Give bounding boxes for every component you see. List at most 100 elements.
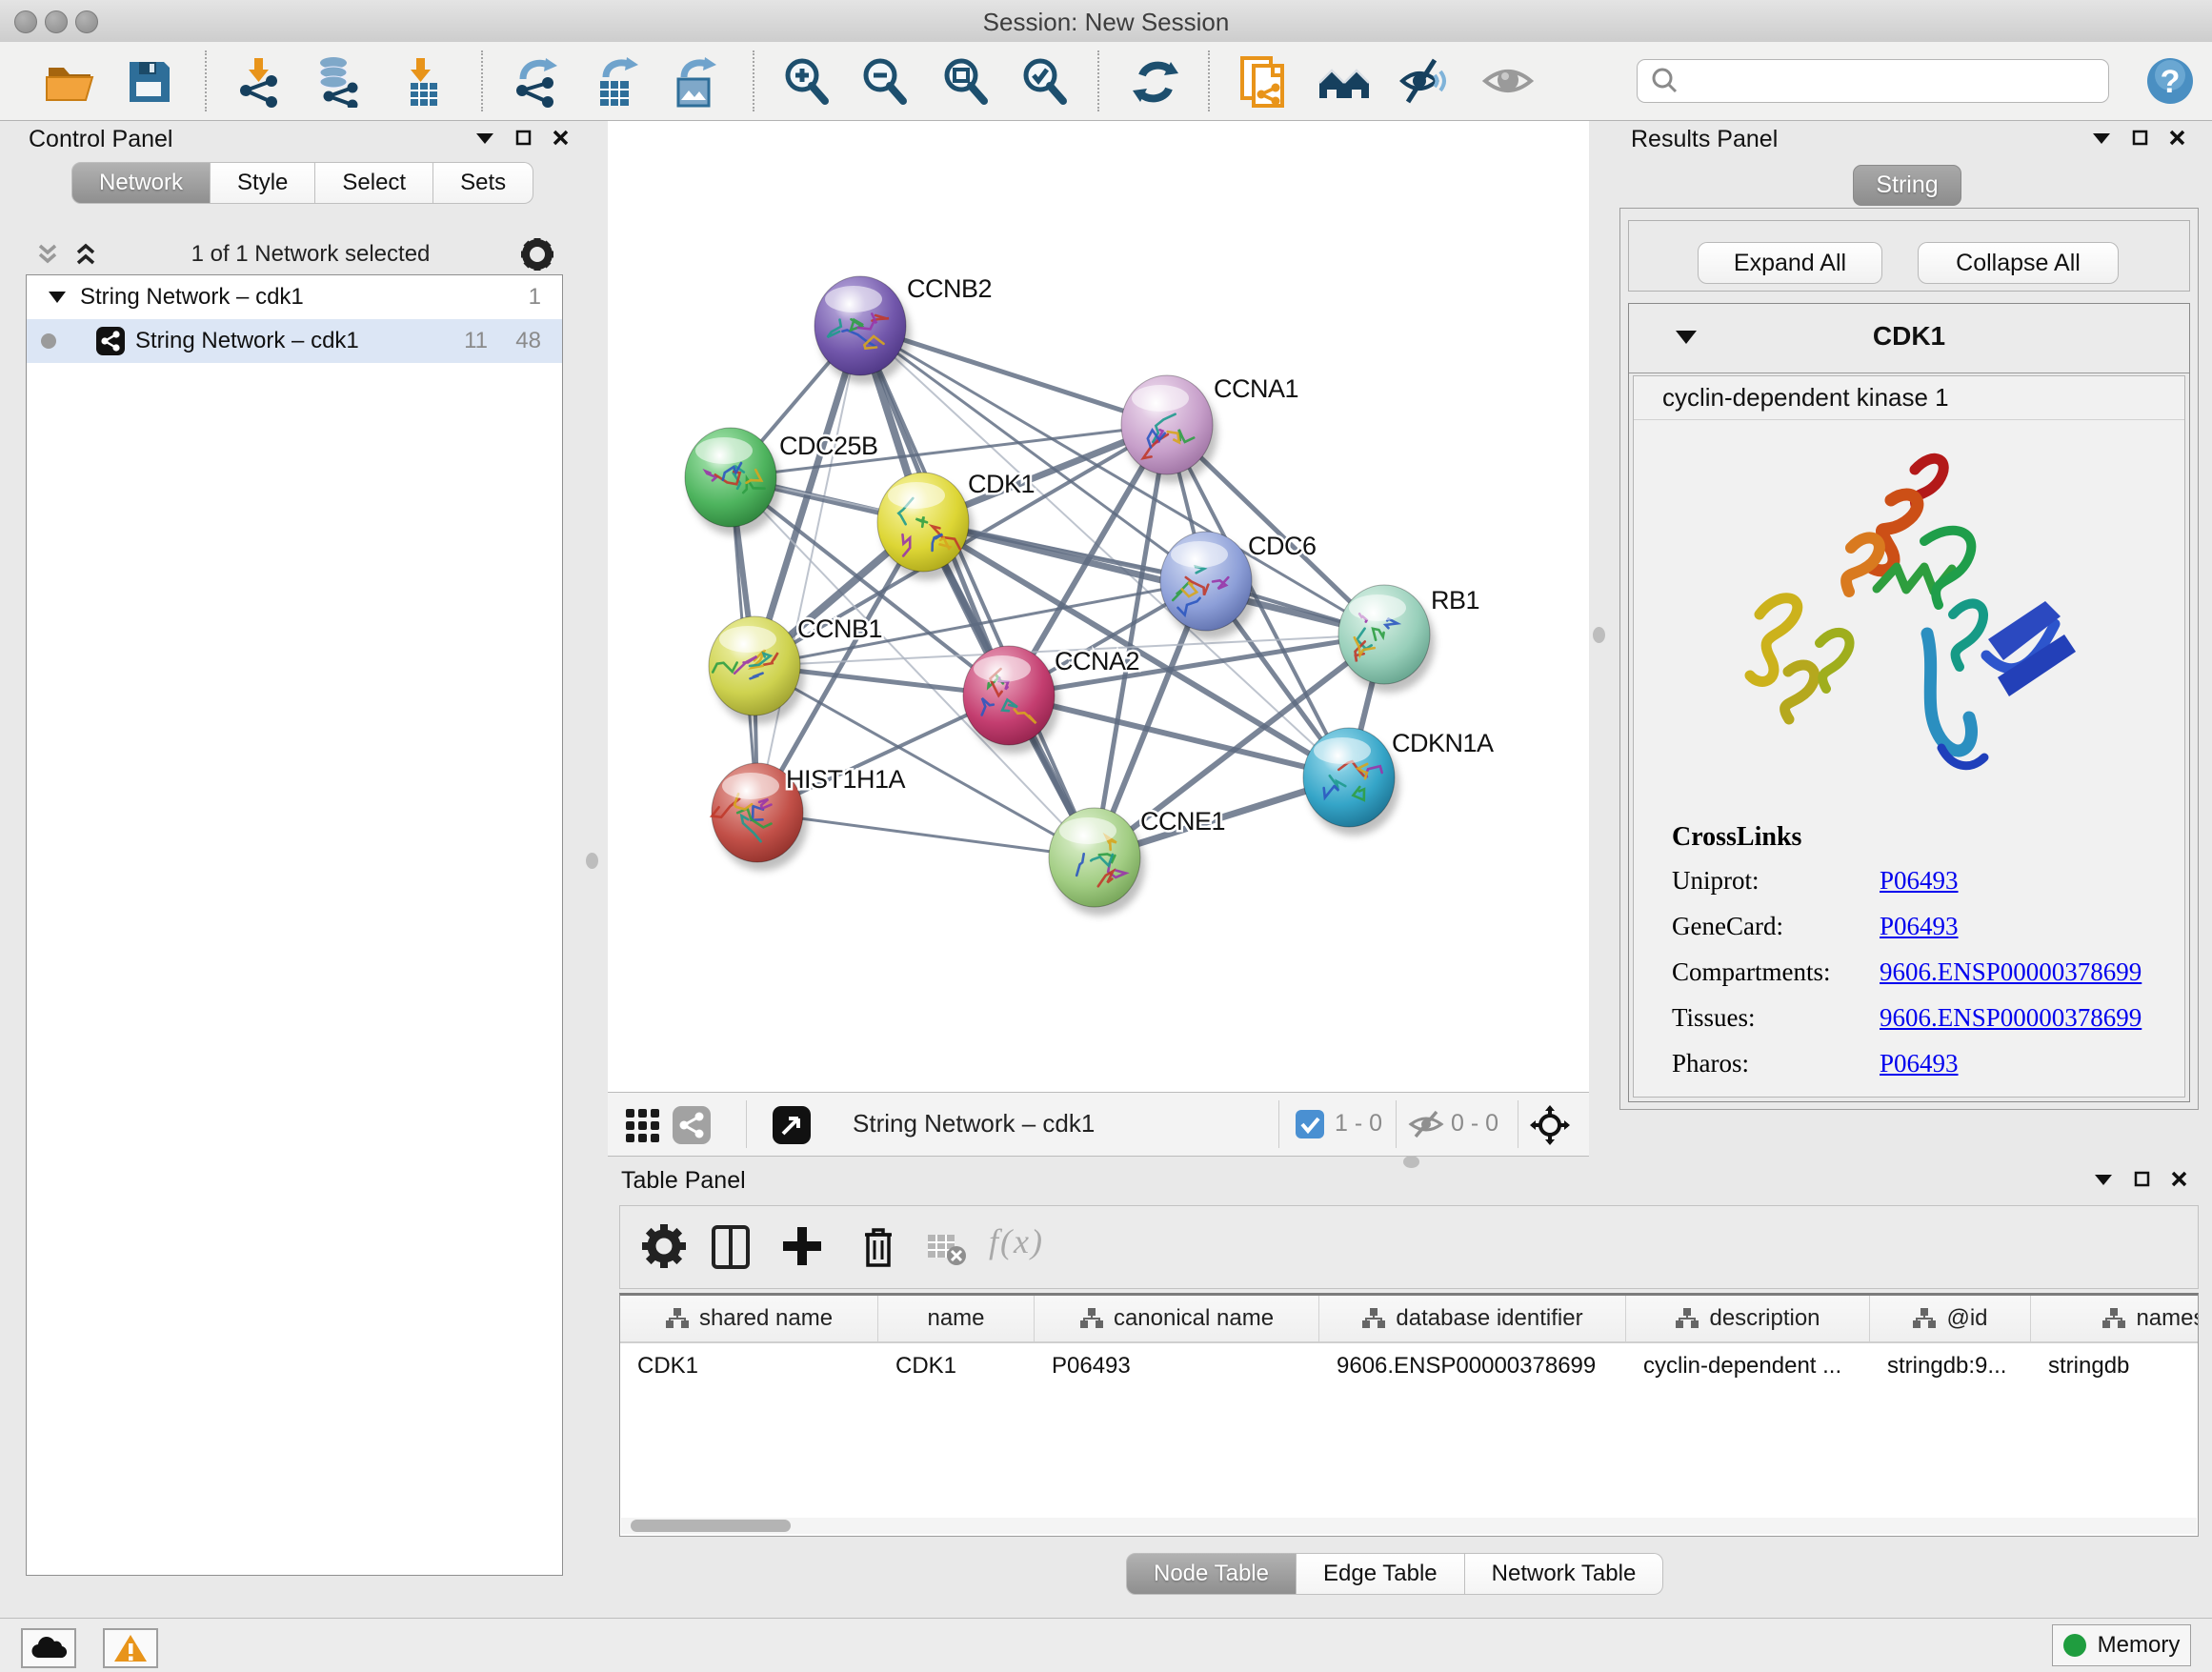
column-header-name[interactable]: name [878,1296,1035,1341]
table-cell[interactable]: P06493 [1035,1343,1319,1389]
column-header-database-identifier[interactable]: database identifier [1319,1296,1626,1341]
network-node-CDKN1A[interactable] [1303,728,1399,836]
collapse-all-button[interactable]: Collapse All [1918,242,2119,284]
horizontal-scrollbar[interactable] [621,1518,2197,1534]
panel-menu-icon[interactable] [475,131,494,145]
tab-sets[interactable]: Sets [433,162,533,204]
network-node-CCNB2[interactable] [814,276,911,384]
scrollbar-thumb[interactable] [631,1520,791,1532]
import-table-from-file-icon[interactable] [395,54,449,108]
network-node-CDC6[interactable] [1160,532,1257,639]
hide-graphics-details-icon[interactable] [1398,54,1452,108]
share-annotation-icon[interactable] [1237,54,1290,108]
toolbar-divider [1396,1100,1397,1148]
float-panel-icon[interactable] [2134,1171,2150,1187]
network-node-CDK1[interactable] [877,473,974,580]
float-panel-icon[interactable] [2132,130,2148,146]
expand-all-icon[interactable] [71,240,100,269]
column-header-description[interactable]: description [1626,1296,1870,1341]
collection-expander-icon[interactable] [48,290,67,305]
network-node-RB1[interactable] [1338,585,1435,693]
tab-string[interactable]: String [1853,165,1961,206]
zoom-fit-icon[interactable] [938,54,992,108]
table-cell[interactable]: cyclin-dependent ... [1626,1343,1870,1389]
crosslink-label: Uniprot: [1672,866,1880,896]
table-cell[interactable]: CDK1 [620,1343,878,1389]
export-table-icon[interactable] [589,54,642,108]
network-canvas[interactable]: CCNB2CCNA1CDC25BCDK1CDC6RB1CCNB1CCNA2CDK… [608,121,1589,1092]
close-panel-icon[interactable] [553,130,569,146]
network-node-CDC25B[interactable] [685,428,781,535]
export-image-icon[interactable] [667,54,720,108]
cloud-button[interactable] [21,1628,76,1668]
network-options-gear-icon[interactable] [521,238,553,271]
import-network-from-file-icon[interactable] [233,54,287,108]
show-columns-icon[interactable] [708,1223,757,1273]
tab-edge-table[interactable]: Edge Table [1297,1553,1465,1595]
refresh-layout-icon[interactable] [1129,54,1182,108]
network-node-CCNA1[interactable] [1121,375,1217,483]
network-node-CCNA2[interactable] [963,646,1059,754]
search-box [1637,59,2109,103]
column-header-@id[interactable]: @id [1870,1296,2031,1341]
table-cell[interactable]: stringdb:9... [1870,1343,2031,1389]
close-panel-icon[interactable] [2169,130,2185,146]
selected-checkbox-icon[interactable] [1295,1109,1325,1139]
export-network-icon[interactable] [510,54,563,108]
network-collection-row[interactable]: String Network – cdk1 1 [27,275,562,319]
right-splitter-handle[interactable] [1593,627,1605,643]
table-options-gear-icon[interactable] [641,1223,691,1273]
panel-menu-icon[interactable] [2092,131,2111,145]
column-header-shared-name[interactable]: shared name [620,1296,878,1341]
delete-column-icon[interactable] [855,1223,905,1273]
hidden-eye-icon[interactable] [1408,1109,1444,1139]
network-row[interactable]: String Network – cdk1 11 48 [27,319,562,363]
memory-button[interactable]: Memory [2052,1624,2191,1666]
table-row[interactable]: CDK1CDK1P064939606.ENSP00000378699cyclin… [620,1343,2198,1389]
level-of-detail-eye-icon[interactable] [1481,54,1535,108]
help-icon[interactable]: ? [2145,56,2199,110]
column-header-canonical-name[interactable]: canonical name [1035,1296,1319,1341]
node-label-CCNE1: CCNE1 [1140,807,1225,836]
node-label-CDK1: CDK1 [968,470,1035,498]
fit-content-crosshair-icon[interactable] [1530,1105,1570,1145]
crosslink-link[interactable]: 9606.ENSP00000378699 [1880,957,2142,987]
tab-style[interactable]: Style [211,162,315,204]
table-cell[interactable]: CDK1 [878,1343,1035,1389]
crosslink-link[interactable]: P06493 [1880,912,1959,941]
collapse-all-icon[interactable] [33,240,62,269]
add-column-icon[interactable] [779,1223,829,1273]
tab-network[interactable]: Network [71,162,211,204]
save-session-icon[interactable] [122,54,175,108]
toolbar-separator [753,50,754,111]
column-header-namespace[interactable]: namespace [2031,1296,2199,1341]
node-table[interactable]: shared namenamecanonical namedatabase id… [619,1293,2199,1537]
open-in-window-icon[interactable] [772,1105,812,1145]
protein-card-header[interactable]: CDK1 [1629,304,2189,373]
crosslink-link[interactable]: P06493 [1880,1049,1959,1078]
import-network-from-database-icon[interactable] [312,54,366,108]
open-session-icon[interactable] [43,54,96,108]
crosslink-link[interactable]: P06493 [1880,866,1959,896]
tab-network-table[interactable]: Network Table [1465,1553,1664,1595]
float-panel-icon[interactable] [515,130,532,146]
expand-all-button[interactable]: Expand All [1698,242,1882,284]
close-panel-icon[interactable] [2171,1171,2187,1187]
zoom-out-icon[interactable] [857,54,911,108]
left-splitter-handle[interactable] [586,853,598,869]
table-cell[interactable]: 9606.ENSP00000378699 [1319,1343,1626,1389]
table-cell[interactable]: stringdb [2031,1343,2199,1389]
network-node-CCNE1[interactable] [1049,808,1145,916]
grid-view-icon[interactable] [624,1107,660,1143]
toolbar-separator [1097,50,1099,111]
zoom-in-icon[interactable] [779,54,833,108]
crosslink-link[interactable]: 9606.ENSP00000378699 [1880,1003,2142,1033]
zoom-selected-icon[interactable] [1017,54,1071,108]
warnings-button[interactable] [103,1628,158,1668]
search-input[interactable] [1687,67,2108,95]
network-share-icon[interactable] [672,1105,712,1145]
tab-node-table[interactable]: Node Table [1126,1553,1297,1595]
panel-menu-icon[interactable] [2094,1173,2113,1186]
network-overview-houses-icon[interactable] [1317,54,1371,108]
tab-select[interactable]: Select [315,162,433,204]
